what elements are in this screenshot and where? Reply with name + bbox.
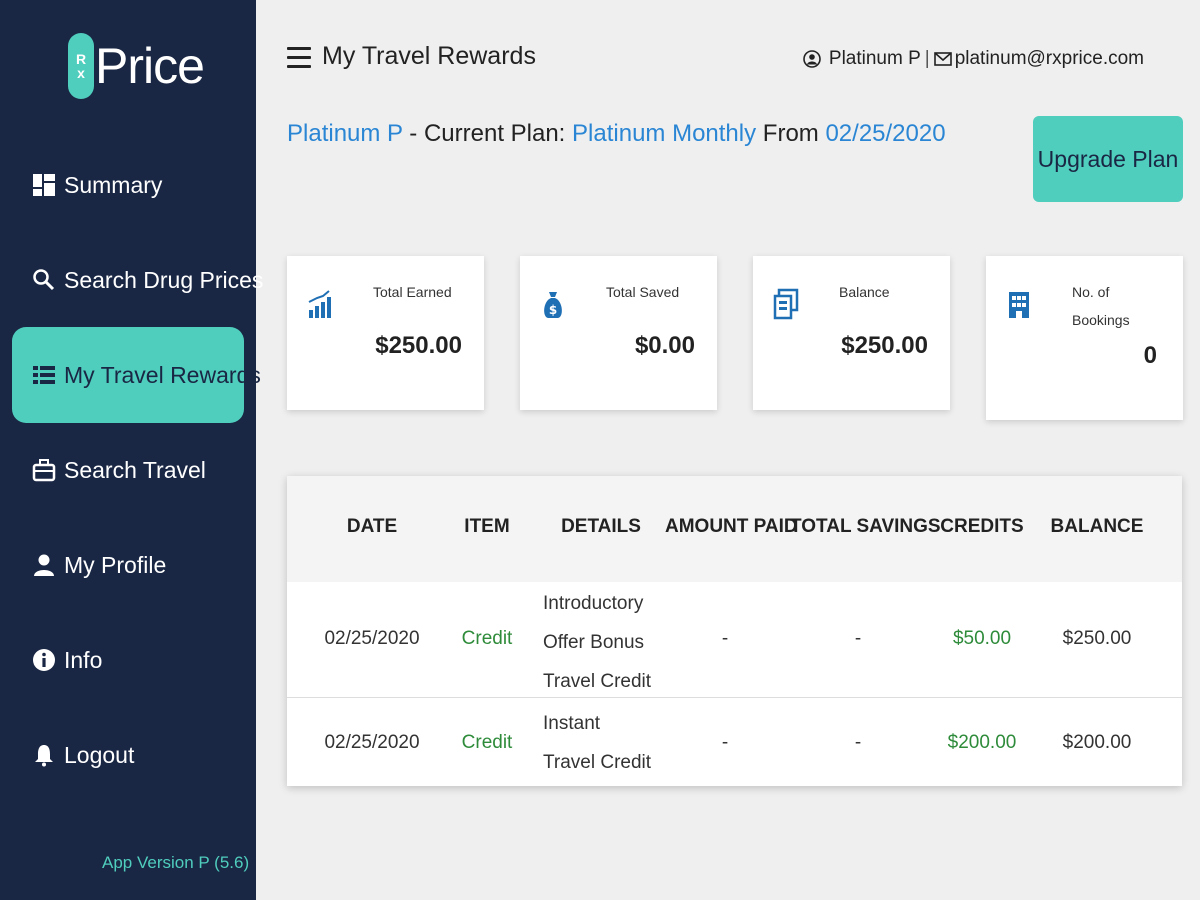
cell-item: Credit <box>461 628 513 649</box>
column-header-balance: BALANCE <box>1050 516 1144 537</box>
plan-summary: Platinum P - Current Plan: Platinum Mont… <box>287 120 946 148</box>
cell-date: 02/25/2020 <box>324 732 420 753</box>
plan-user-name: Platinum P <box>287 120 403 147</box>
cell-total-savings: - <box>854 732 862 753</box>
rx-badge: R x <box>68 33 94 99</box>
sidebar-item-label: My Profile <box>64 551 167 578</box>
stat-card-balance: Balance $250.00 <box>753 256 950 410</box>
sidebar-item-label: Info <box>64 646 103 673</box>
plan-period: Monthly <box>672 120 757 147</box>
svg-text:$: $ <box>549 303 557 317</box>
sidebar: R x Price Summary Search Drug Prices My … <box>0 0 263 900</box>
user-info: Platinum P | platinum@rxprice.com <box>803 48 1144 70</box>
sidebar-item-logout[interactable]: Logout <box>12 707 244 803</box>
sidebar-item-label: My Travel Rewards <box>64 361 261 388</box>
sidebar-item-summary[interactable]: Summary <box>12 137 244 233</box>
plan-from-label: From <box>756 120 826 147</box>
sidebar-item-info[interactable]: Info <box>12 612 244 708</box>
info-icon <box>32 648 56 672</box>
separator: | <box>924 48 930 69</box>
cell-balance: $250.00 <box>1062 628 1132 649</box>
rewards-table: DATE ITEM DETAILS AMOUNT PAID TOTAL SAVI… <box>287 476 1182 786</box>
rxprice-logo[interactable]: R x Price <box>68 30 205 102</box>
user-icon <box>32 553 56 577</box>
stat-card-bookings: No. of Bookings 0 <box>986 256 1183 420</box>
money-bag-icon: $ <box>540 288 566 320</box>
stat-value: $250.00 <box>375 332 462 359</box>
stat-value: $250.00 <box>841 332 928 359</box>
column-header-total-savings: TOTAL SAVINGS <box>790 516 941 537</box>
stat-card-total-saved: $ Total Saved $0.00 <box>520 256 717 410</box>
user-circle-icon <box>803 50 821 68</box>
stat-label: Total Saved <box>606 284 680 300</box>
cell-amount-paid: - <box>721 732 729 753</box>
cell-details: Introductory Offer Bonus Travel Credit <box>543 593 652 692</box>
cell-details: Instant Travel Credit <box>543 713 652 773</box>
logo-text: Price <box>95 38 205 94</box>
ticket-icon <box>773 288 799 320</box>
stat-label: No. of Bookings <box>1072 284 1130 328</box>
plan-prefix: - Current Plan: <box>402 120 573 147</box>
column-header-credits: CREDITS <box>940 516 1024 537</box>
cell-balance: $200.00 <box>1062 732 1132 753</box>
table-header: DATE ITEM DETAILS AMOUNT PAID TOTAL SAVI… <box>287 476 1182 582</box>
dashboard-icon <box>32 173 56 197</box>
sidebar-item-my-travel-rewards[interactable]: My Travel Rewards <box>12 327 261 423</box>
column-header-amount-paid: AMOUNT PAID <box>665 516 798 537</box>
menu-icon[interactable] <box>287 47 311 69</box>
plan-from-date: 02/25/2020 <box>825 120 946 147</box>
table-row: 02/25/2020 Credit Instant Travel Credit … <box>287 698 1182 786</box>
stat-card-total-earned: Total Earned $250.00 <box>287 256 484 410</box>
plan-name: Platinum <box>572 120 666 147</box>
sidebar-item-label: Search Drug Prices <box>64 266 264 293</box>
column-header-item: ITEM <box>464 516 510 537</box>
stat-label: Balance <box>839 284 890 300</box>
cell-credits: $50.00 <box>952 628 1012 649</box>
cell-amount-paid: - <box>721 628 729 649</box>
user-name: Platinum P <box>828 48 921 69</box>
sidebar-item-my-profile[interactable]: My Profile <box>12 517 244 613</box>
suitcase-icon <box>32 458 56 482</box>
cell-date: 02/25/2020 <box>324 628 420 649</box>
envelope-icon <box>933 52 952 66</box>
chart-bars-icon <box>307 288 333 320</box>
cell-total-savings: - <box>854 628 862 649</box>
cell-credits: $200.00 <box>947 732 1017 753</box>
building-icon <box>1006 288 1032 320</box>
table-row: 02/25/2020 Credit Introductory Offer Bon… <box>287 582 1182 698</box>
stat-value: $0.00 <box>634 332 695 359</box>
sidebar-item-search-travel[interactable]: Search Travel <box>12 422 244 518</box>
sidebar-item-label: Search Travel <box>64 456 206 483</box>
cell-item: Credit <box>461 732 513 753</box>
bell-icon <box>32 743 56 767</box>
page-title: My Travel Rewards <box>322 42 536 70</box>
sidebar-item-label: Summary <box>64 171 163 198</box>
app-version: App Version P (5.6) <box>102 853 250 872</box>
stat-label: Total Earned <box>373 284 452 300</box>
stat-value: 0 <box>1143 342 1157 369</box>
upgrade-plan-button[interactable]: Upgrade Plan <box>1033 116 1183 202</box>
user-email[interactable]: platinum@rxprice.com <box>955 48 1144 70</box>
list-icon <box>32 363 56 387</box>
column-header-details: DETAILS <box>561 516 641 537</box>
sidebar-item-search-drug-prices[interactable]: Search Drug Prices <box>12 232 263 328</box>
sidebar-item-label: Logout <box>64 741 135 768</box>
column-header-date: DATE <box>346 516 398 537</box>
search-icon <box>32 268 56 292</box>
